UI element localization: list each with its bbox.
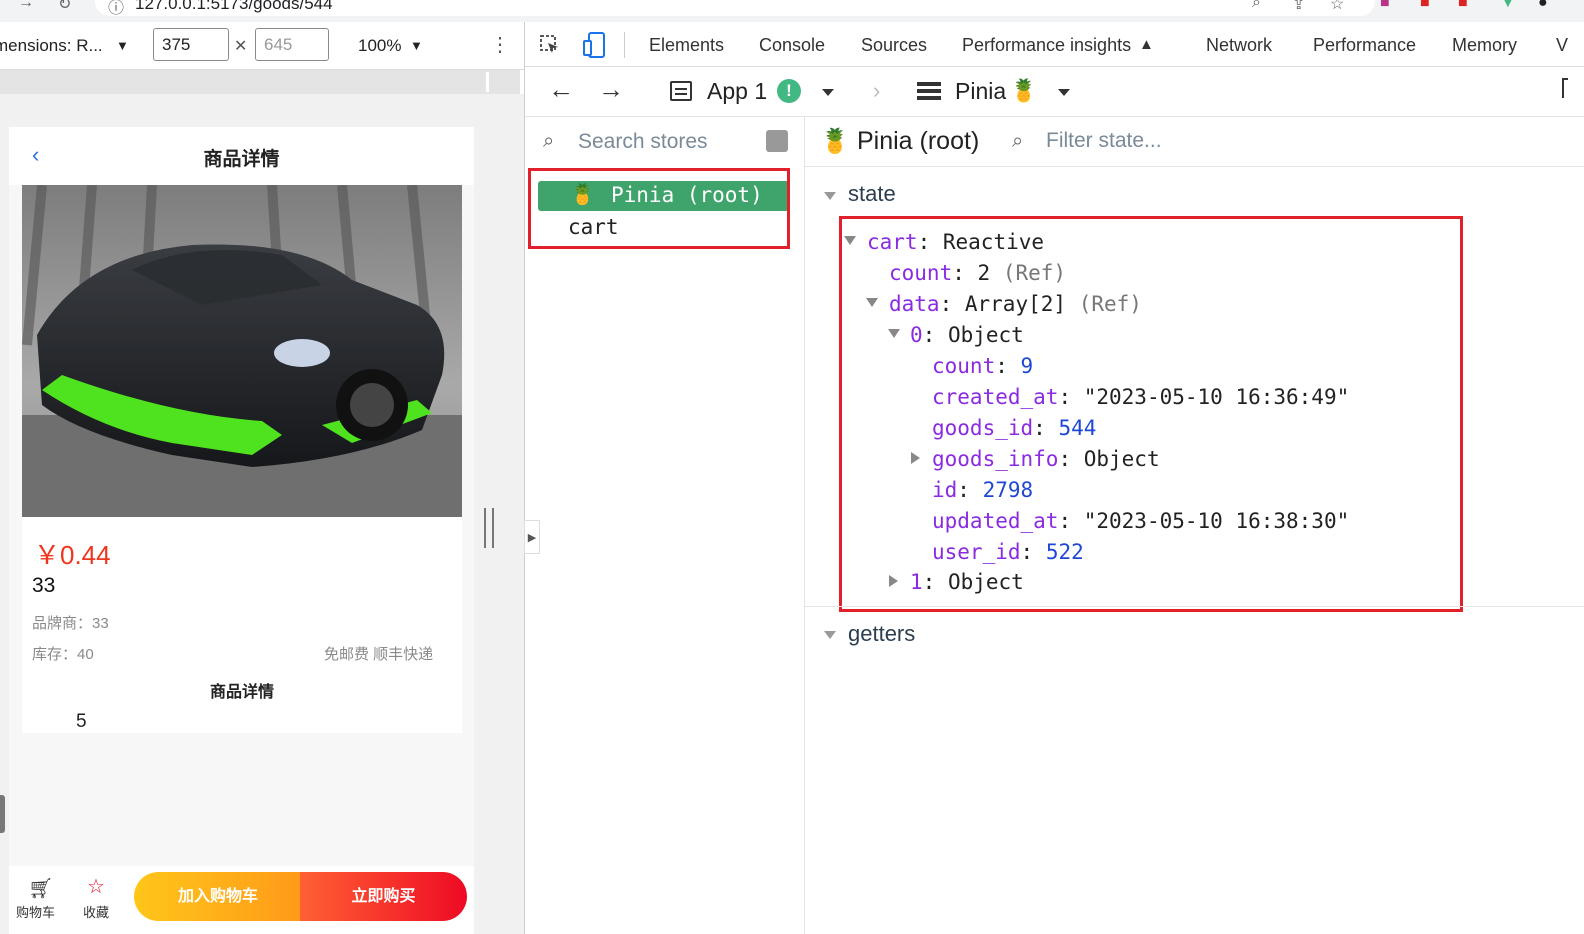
search-icon[interactable]: ⌕ <box>1252 0 1261 12</box>
star-icon[interactable]: ☆ <box>1330 0 1344 14</box>
site-info-icon[interactable]: ⓘ <box>108 0 124 18</box>
chevron-down-icon[interactable]: ▼ <box>116 38 129 53</box>
address-bar: → ↻ ⓘ 127.0.0.1:5173/goods/544 ⌕ ⇪ ☆ ■ ■… <box>0 0 1584 22</box>
product-image <box>22 185 462 517</box>
warning-icon: ! <box>777 79 801 103</box>
forward-icon[interactable]: → <box>18 0 34 12</box>
pineapple-icon: 🍍 <box>1010 78 1038 103</box>
more-options-icon[interactable]: ⋮ <box>490 32 510 57</box>
times-icon: ✕ <box>234 38 248 55</box>
pineapple-icon: 🍍 <box>820 128 850 155</box>
cart-label[interactable]: 购物车 <box>16 902 55 921</box>
favorite-label[interactable]: 收藏 <box>83 902 109 921</box>
dimensions-select[interactable]: mensions: R... <box>0 36 103 56</box>
device-height-input[interactable]: 645 <box>255 28 329 61</box>
extension-icon[interactable]: ■ <box>1380 0 1390 12</box>
tab-console[interactable]: Console <box>759 35 825 56</box>
device-toggle-icon[interactable] <box>583 32 605 58</box>
stack-icon <box>917 82 941 100</box>
flask-icon: ▲ <box>1139 36 1154 53</box>
app-icon <box>670 81 692 101</box>
section-state[interactable]: state <box>848 181 896 207</box>
search-icon: ⌕ <box>1012 130 1024 152</box>
profile-icon[interactable]: ● <box>1538 0 1548 12</box>
chevron-down-icon[interactable]: ▼ <box>410 38 423 53</box>
tab-elements[interactable]: Elements <box>649 35 724 56</box>
devtools-tab-bar: Elements Console Sources Performance ins… <box>525 22 1584 67</box>
puzzle-icon[interactable] <box>766 130 788 152</box>
section-divider <box>805 606 1584 607</box>
state-title: Pinia (root) <box>857 127 980 155</box>
product-price: ￥0.44 <box>34 540 111 570</box>
search-icon: ⌕ <box>543 130 555 152</box>
toolbar-separator <box>624 32 625 58</box>
tab-memory[interactable]: Memory <box>1452 35 1517 56</box>
extension-icon[interactable]: ■ <box>1420 0 1430 12</box>
tab-performance[interactable]: Performance <box>1313 35 1416 56</box>
tab-network[interactable]: Network <box>1206 35 1272 56</box>
resize-handle[interactable] <box>484 508 494 548</box>
collapse-triangle-icon[interactable] <box>824 631 836 639</box>
inspect-element-icon[interactable] <box>540 35 560 55</box>
section-getters[interactable]: getters <box>848 621 915 647</box>
detail-content: 5 <box>76 711 87 732</box>
chevron-down-icon[interactable] <box>1058 89 1070 96</box>
shopping-cart-icon[interactable]: 🛒︎ <box>28 876 53 901</box>
share-icon[interactable]: ⇪ <box>1292 0 1305 14</box>
forward-arrow-icon[interactable]: → <box>598 74 624 105</box>
highlight-box <box>839 216 1463 612</box>
resize-grip[interactable] <box>0 795 5 833</box>
ruler-marker <box>486 72 489 92</box>
product-brand: 品牌商：33 <box>32 615 109 632</box>
tab-sources[interactable]: Sources <box>861 35 927 56</box>
tab-vue[interactable]: V <box>1556 35 1568 56</box>
back-arrow-icon[interactable]: ← <box>548 74 574 105</box>
star-outline-icon[interactable]: ☆ <box>87 874 105 899</box>
buy-now-button[interactable]: 立即购买 <box>300 872 467 921</box>
inspector-selector[interactable]: Pinia <box>955 78 1006 105</box>
reload-icon[interactable]: ↻ <box>58 0 71 14</box>
product-name: 33 <box>32 574 56 597</box>
page-title: 商品详情 <box>203 149 280 170</box>
vue-devtools-icon[interactable]: ▼ <box>1500 0 1516 12</box>
device-toolbar: mensions: R... ▼ 375 ✕ 645 100% ▼ ⋮ <box>0 22 525 70</box>
tab-performance-insights[interactable]: Performance insights <box>962 35 1131 56</box>
corner-icon <box>1562 78 1568 98</box>
breadcrumb-chevron-icon: › <box>873 78 881 103</box>
extension-icon[interactable]: ■ <box>1458 0 1468 12</box>
shipping-info: 免邮费 顺丰快递 <box>324 646 434 663</box>
url-text[interactable]: 127.0.0.1:5173/goods/544 <box>135 0 333 14</box>
highlight-box <box>528 168 790 249</box>
detail-heading: 商品详情 <box>209 684 274 701</box>
search-stores-input[interactable]: Search stores <box>578 130 708 154</box>
add-to-cart-button[interactable]: 加入购物车 <box>134 872 302 921</box>
product-stock: 库存：40 <box>32 646 94 663</box>
filter-state-input[interactable]: Filter state... <box>1046 129 1162 153</box>
device-ruler <box>0 70 520 94</box>
collapse-triangle-icon[interactable] <box>824 192 836 200</box>
app-selector[interactable]: App 1 <box>707 78 767 105</box>
device-width-input[interactable]: 375 <box>153 28 229 61</box>
chevron-down-icon[interactable] <box>822 89 834 96</box>
zoom-select[interactable]: 100% <box>358 36 401 56</box>
